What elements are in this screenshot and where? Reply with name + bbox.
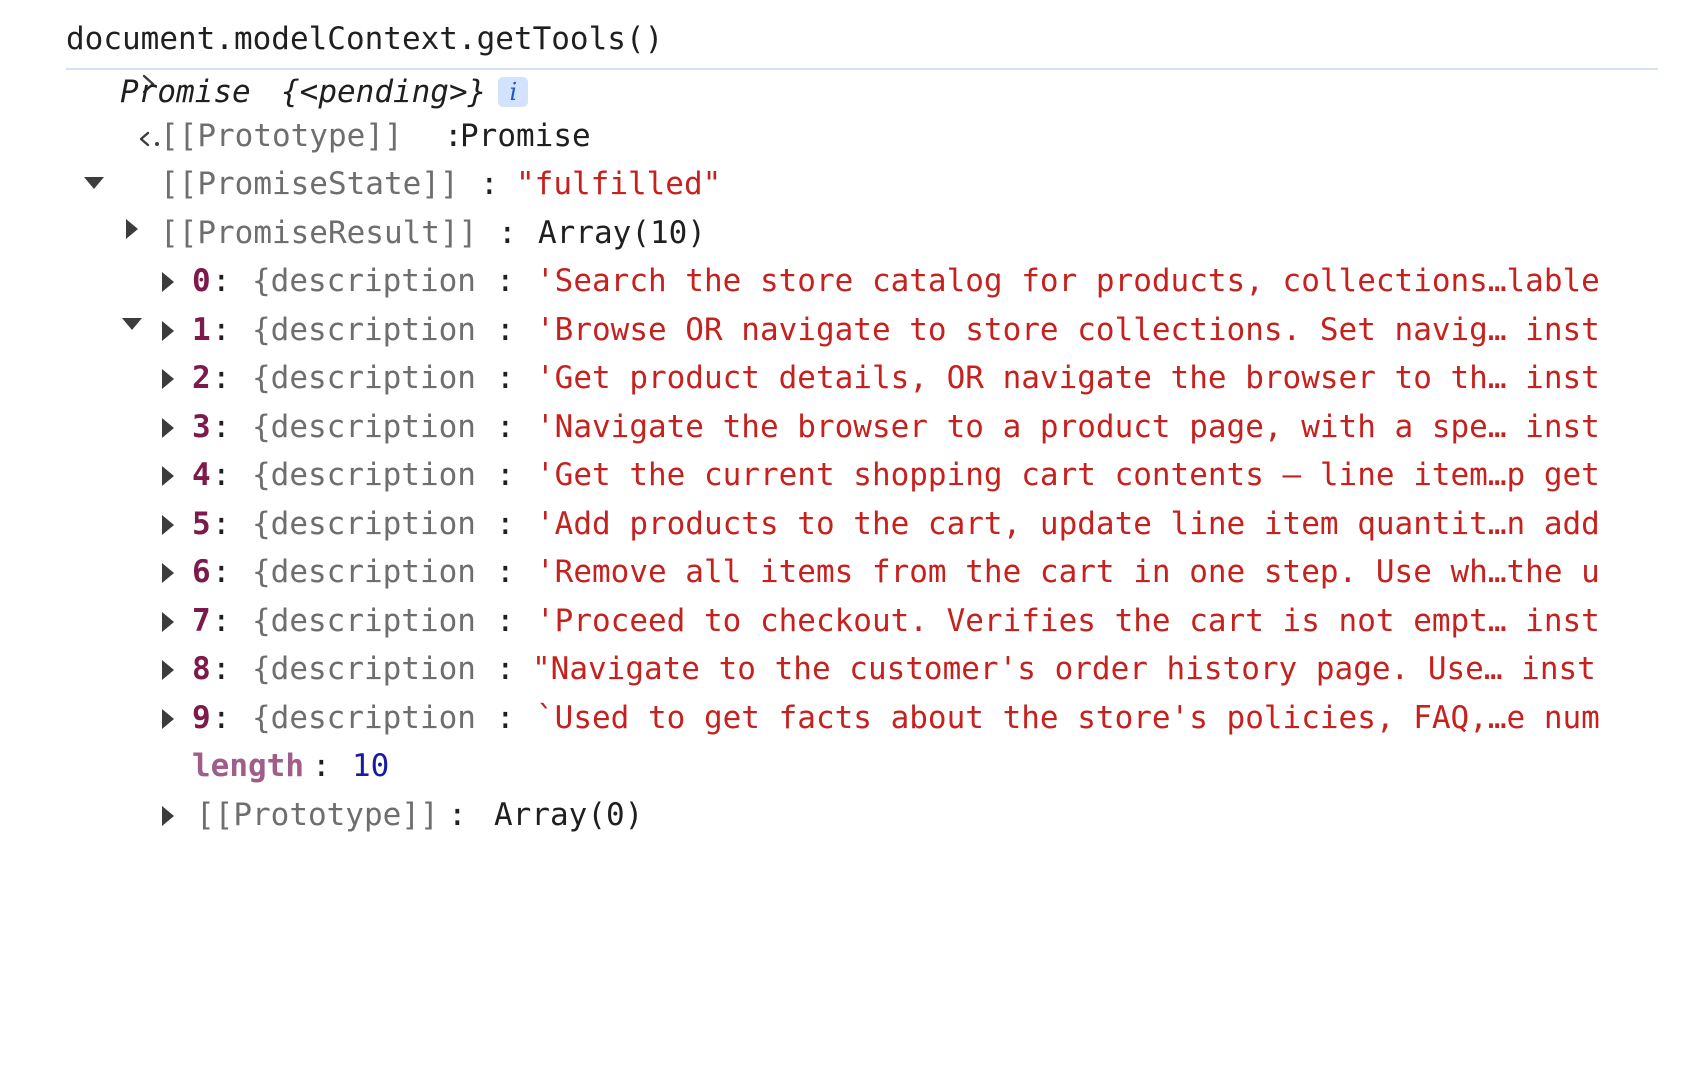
prototype-key: [[Prototype]] [160, 118, 403, 154]
item-value: "Navigate to the customer's order histor… [532, 651, 1596, 687]
item-index: 6 [192, 554, 211, 590]
triangle-right-icon[interactable] [162, 695, 180, 741]
list-item[interactable]: 6 : {description : 'Remove all items fro… [0, 549, 1660, 595]
item-key: {description [252, 312, 476, 348]
triangle-right-icon[interactable] [162, 646, 180, 692]
triangle-right-icon[interactable] [162, 355, 180, 401]
chevron-right-icon [26, 16, 155, 94]
item-key: {description [252, 263, 476, 299]
item-key: {description [252, 603, 476, 639]
triangle-right-icon[interactable] [162, 452, 180, 498]
triangle-right-icon[interactable] [162, 307, 180, 353]
length-value: 10 [352, 748, 390, 784]
length-row: length : 10 [0, 743, 1660, 789]
list-item[interactable]: 7 : {description : 'Proceed to checkout.… [0, 598, 1660, 644]
triangle-right-icon[interactable] [126, 113, 144, 239]
array-prototype-row[interactable]: [[Prototype]] : Array(0) [0, 792, 1660, 838]
prototype-row[interactable]: [[Prototype]] : Promise [0, 113, 1660, 239]
promise-pending-text: {<pending>} [281, 74, 487, 110]
length-key: length [192, 748, 304, 784]
promise-state-value: "fulfilled" [516, 166, 722, 202]
item-index: 1 [192, 312, 211, 348]
console-input-row[interactable]: document.modelContext.getTools() [0, 16, 1660, 94]
list-item[interactable]: 8 : {description : "Navigate to the cust… [0, 646, 1660, 692]
item-index: 0 [192, 263, 211, 299]
triangle-right-icon[interactable] [162, 598, 180, 644]
triangle-down-icon[interactable] [122, 210, 142, 330]
triangle-right-icon[interactable] [162, 404, 180, 450]
item-value: 'Search the store catalog for products, … [536, 263, 1600, 299]
item-index: 5 [192, 506, 211, 542]
list-item[interactable]: 0 : {description : 'Search the store cat… [0, 258, 1660, 304]
item-key: {description [252, 506, 476, 542]
item-index: 7 [192, 603, 211, 639]
item-index: 3 [192, 409, 211, 445]
item-key: {description [252, 700, 476, 736]
list-item[interactable]: 2 : {description : 'Get product details,… [0, 355, 1660, 401]
triangle-right-icon[interactable] [162, 258, 180, 304]
item-value: 'Get product details, OR navigate the br… [536, 360, 1600, 396]
list-item[interactable]: 9 : {description : `Used to get facts ab… [0, 695, 1660, 741]
promise-result-value: Array(10) [538, 215, 706, 251]
triangle-down-icon[interactable] [84, 69, 104, 189]
item-value: 'Proceed to checkout. Verifies the cart … [536, 603, 1600, 639]
item-key: {description [252, 651, 476, 687]
promise-label: Promise [120, 74, 251, 110]
item-key: {description [252, 457, 476, 493]
item-value: 'Browse OR navigate to store collections… [536, 312, 1600, 348]
triangle-right-icon[interactable] [162, 792, 180, 838]
devtools-console: document.modelContext.getTools() Promise… [0, 0, 1692, 880]
return-arrow-icon [24, 69, 159, 147]
list-item[interactable]: 1 : {description : 'Browse OR navigate t… [0, 307, 1660, 353]
item-key: {description [252, 554, 476, 590]
promise-result-row[interactable]: [[PromiseResult]] : Array(10) [0, 210, 1660, 330]
item-value: 'Remove all items from the cart in one s… [536, 554, 1600, 590]
item-index: 9 [192, 700, 211, 736]
item-key: {description [252, 409, 476, 445]
promise-row[interactable]: Promise {<pending>} i [0, 69, 1660, 189]
item-value: 'Navigate the browser to a product page,… [536, 409, 1600, 445]
item-index: 2 [192, 360, 211, 396]
prototype-value: Promise [460, 118, 591, 154]
triangle-right-icon[interactable] [162, 549, 180, 595]
item-value: 'Add products to the cart, update line i… [536, 506, 1600, 542]
item-value: 'Get the current shopping cart contents … [536, 457, 1600, 493]
list-item[interactable]: 4 : {description : 'Get the current shop… [0, 452, 1660, 498]
promise-pending: {<pending>} i [281, 69, 529, 115]
promise-state-key: [[PromiseState]] [160, 166, 459, 202]
promise-result-key: [[PromiseResult]] [160, 215, 478, 251]
array-prototype-key: [[Prototype]] [196, 797, 439, 833]
promise-state-row: [[PromiseState]] : "fulfilled" [0, 161, 1660, 207]
list-item[interactable]: 3 : {description : 'Navigate the browser… [0, 404, 1660, 450]
item-key: {description [252, 360, 476, 396]
triangle-right-icon[interactable] [162, 501, 180, 547]
list-item[interactable]: 5 : {description : 'Add products to the … [0, 501, 1660, 547]
item-index: 8 [192, 651, 211, 687]
array-prototype-value: Array(0) [494, 797, 644, 833]
item-index: 4 [192, 457, 211, 493]
console-command: document.modelContext.getTools() [66, 21, 664, 57]
item-value: `Used to get facts about the store's pol… [536, 700, 1600, 736]
info-badge[interactable]: i [498, 76, 529, 107]
